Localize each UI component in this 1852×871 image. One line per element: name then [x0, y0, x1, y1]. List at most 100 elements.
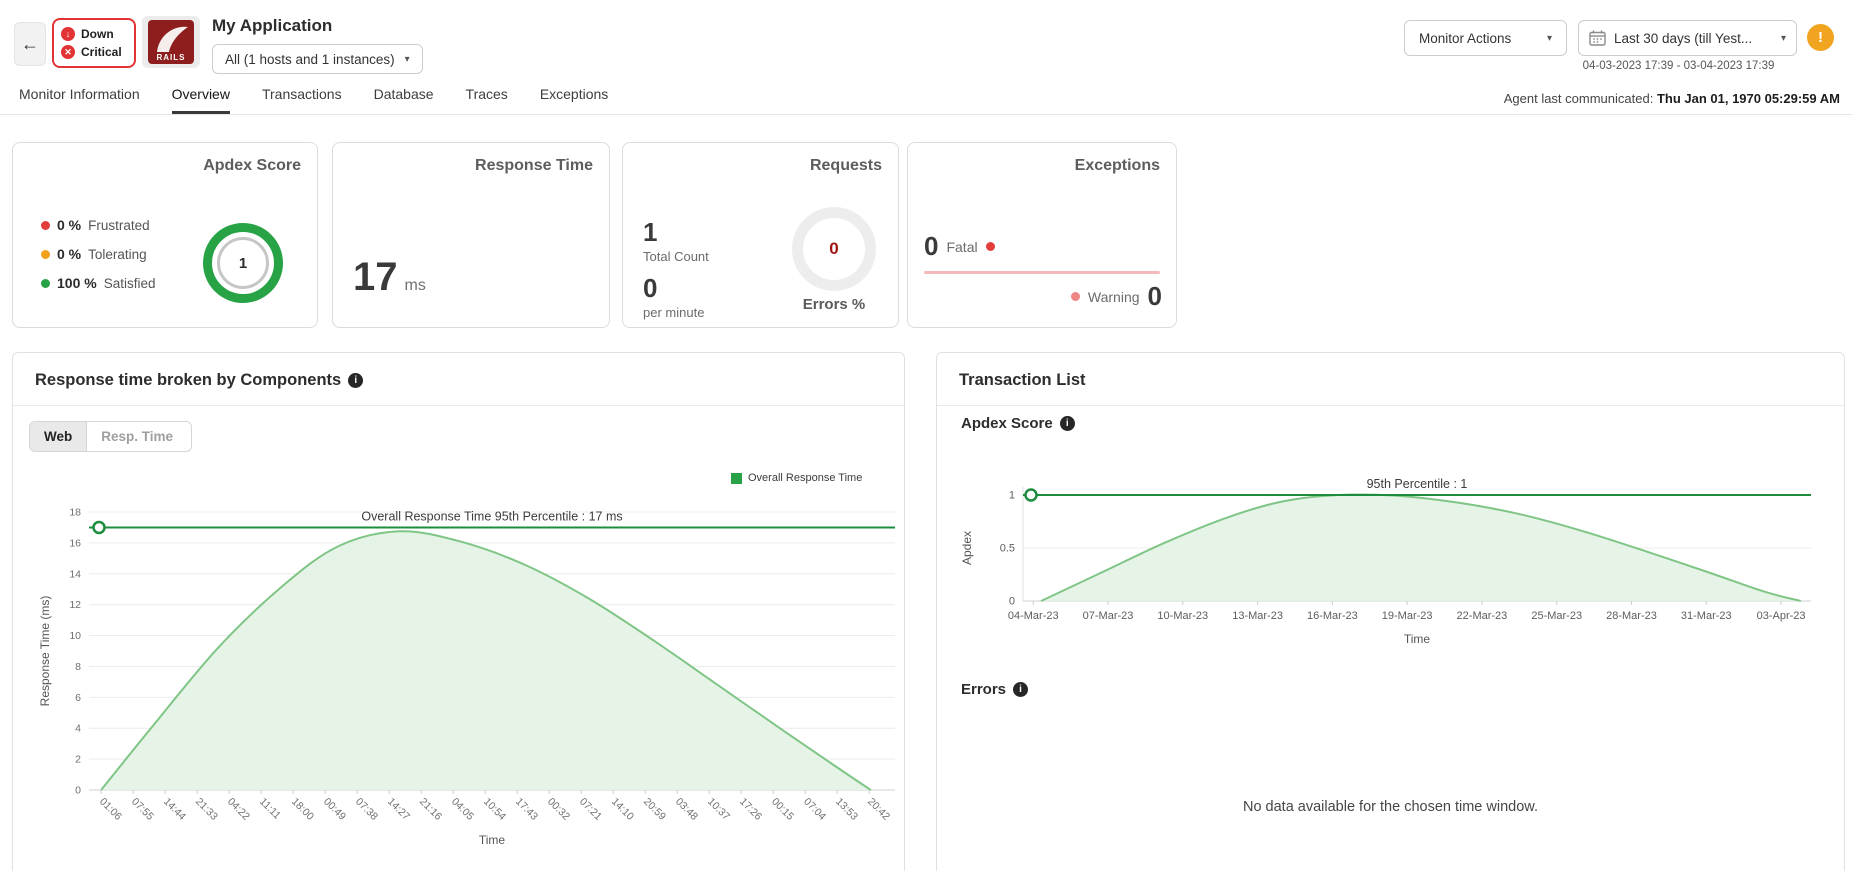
card-title: Response Time	[475, 157, 593, 174]
down-arrow-icon: ↓	[61, 27, 75, 41]
warning-label: Warning	[1087, 288, 1140, 305]
sub-heading-text: Errors	[961, 681, 1007, 698]
panel-title: Response time broken by Components i	[35, 371, 364, 390]
tab-database[interactable]: Database	[374, 86, 434, 114]
chart-type-toggle: Web Resp. Time	[29, 421, 193, 452]
scope-selector-label: All (1 hosts and 1 instances)	[225, 51, 395, 67]
svg-text:00:49: 00:49	[321, 796, 348, 823]
svg-text:8: 8	[75, 661, 81, 673]
svg-text:03:48: 03:48	[673, 796, 700, 823]
apdex-trend-chart: 0 0.5 1 04-Mar-23 07-Mar-23 10-Mar-23 13-Mar-2…	[960, 477, 1811, 646]
errors-donut-value: 0	[829, 239, 839, 258]
svg-text:19-Mar-23: 19-Mar-23	[1382, 610, 1433, 622]
svg-text:21:33: 21:33	[193, 796, 220, 823]
apdex-gauge: 1	[203, 223, 283, 303]
requests-card: Requests 1 Total Count 0 per minute 0 Er…	[622, 142, 899, 328]
chevron-down-icon: ▾	[404, 53, 410, 65]
legend-value: 0 %	[57, 246, 82, 262]
response-time-components-panel: Response time broken by Components i Web…	[12, 352, 905, 871]
svg-text:Overall Response Time 95th Per: Overall Response Time 95th Percentile : …	[361, 509, 622, 523]
svg-text:21:16: 21:16	[417, 796, 444, 823]
svg-text:07-Mar-23: 07-Mar-23	[1083, 610, 1134, 622]
svg-text:07:04: 07:04	[801, 796, 828, 823]
svg-text:28-Mar-23: 28-Mar-23	[1606, 610, 1657, 622]
date-range-label: Last 30 days (till Yest...	[1614, 30, 1753, 46]
agent-label: Agent last communicated:	[1503, 91, 1654, 106]
svg-text:17:43: 17:43	[513, 796, 540, 823]
svg-text:14:27: 14:27	[385, 796, 412, 823]
tab-traces[interactable]: Traces	[466, 86, 508, 114]
alert-badge[interactable]: !	[1807, 24, 1834, 51]
info-icon[interactable]: i	[348, 373, 364, 388]
toggle-web[interactable]: Web	[30, 422, 88, 451]
divider	[924, 271, 1160, 274]
page-title: My Application	[212, 16, 333, 35]
per-minute-label: per minute	[643, 305, 705, 320]
response-time-card: Response Time 17 ms	[332, 142, 610, 328]
divider	[937, 405, 1844, 406]
date-range-picker[interactable]: Last 30 days (till Yest... ▾	[1578, 20, 1797, 56]
svg-text:07:38: 07:38	[353, 796, 380, 823]
agent-last-communicated: Agent last communicated: Thu Jan 01, 197…	[1504, 91, 1840, 106]
tab-monitor-information[interactable]: Monitor Information	[19, 86, 140, 114]
info-icon[interactable]: i	[1059, 416, 1075, 431]
svg-text:2: 2	[75, 754, 81, 766]
scope-selector-dropdown[interactable]: All (1 hosts and 1 instances) ▾	[212, 44, 423, 74]
monitor-status-box[interactable]: ↓ Down ✕ Critical	[52, 18, 136, 68]
rails-logo: RAILS	[142, 16, 200, 68]
monitor-actions-dropdown[interactable]: Monitor Actions ▾	[1404, 20, 1567, 56]
svg-text:4: 4	[75, 723, 81, 735]
chevron-down-icon: ▾	[1780, 32, 1786, 44]
per-minute-value: 0	[643, 273, 658, 303]
svg-text:18: 18	[69, 507, 81, 519]
pink-dot-icon	[1070, 292, 1080, 301]
legend-label: Frustrated	[88, 217, 150, 233]
chevron-down-icon: ▾	[1546, 32, 1552, 44]
svg-text:07:21: 07:21	[577, 796, 604, 823]
apm-overview-page: ← ↓ Down ✕ Critical RAILS My Application…	[0, 0, 1852, 871]
agent-value: Thu Jan 01, 1970 05:29:59 AM	[1656, 91, 1840, 106]
total-count-label: Total Count	[643, 249, 709, 264]
svg-text:1: 1	[1009, 490, 1015, 502]
panel-title-text: Transaction List	[959, 371, 1086, 389]
red-dot-icon	[985, 242, 995, 251]
svg-text:10:37: 10:37	[705, 796, 732, 823]
status-badge-down[interactable]: ↓ Down	[61, 27, 127, 41]
tab-exceptions[interactable]: Exceptions	[540, 86, 608, 114]
back-button[interactable]: ←	[14, 22, 46, 66]
svg-text:04-Mar-23: 04-Mar-23	[1008, 610, 1059, 622]
svg-text:20:59: 20:59	[641, 796, 668, 823]
info-icon[interactable]: i	[1013, 682, 1029, 697]
svg-text:Time: Time	[1404, 632, 1431, 646]
svg-text:14:10: 14:10	[609, 796, 636, 823]
response-time-number: 17	[353, 255, 398, 299]
tab-transactions[interactable]: Transactions	[262, 86, 342, 114]
response-time-unit: ms	[404, 277, 426, 294]
orange-dot-icon	[41, 249, 50, 259]
response-time-chart: 0 2 4 6 8 10 12 14 16 18 01:06 07:55 14:44 21:33 04:22…	[38, 507, 895, 847]
apdex-score-heading: Apdex Score i	[961, 415, 1075, 432]
svg-text:12: 12	[69, 599, 81, 611]
calendar-icon	[1589, 30, 1606, 46]
cross-icon: ✕	[61, 45, 75, 59]
rails-logo-tile: RAILS	[148, 20, 194, 64]
svg-text:0.5: 0.5	[1000, 543, 1015, 555]
status-critical-label: Critical	[81, 45, 122, 59]
svg-text:14: 14	[69, 568, 81, 580]
legend-value: 100 %	[57, 275, 97, 291]
svg-text:20:42: 20:42	[865, 796, 892, 823]
legend-item-satisfied: 100 % Satisfied	[41, 275, 155, 291]
svg-text:07:55: 07:55	[129, 796, 156, 823]
svg-text:04:22: 04:22	[225, 796, 252, 823]
rails-logo-label: RAILS	[156, 53, 186, 62]
tab-overview[interactable]: Overview	[171, 86, 230, 114]
svg-text:95th Percentile : 1: 95th Percentile : 1	[1367, 477, 1468, 491]
fatal-value: 0	[924, 231, 939, 261]
errors-donut: 0	[792, 207, 876, 291]
toggle-resp-time[interactable]: Resp. Time	[87, 422, 191, 451]
svg-text:00:15: 00:15	[769, 796, 796, 823]
apdex-legend: 0 % Frustrated 0 % Tolerating 100 % Sati…	[41, 217, 155, 291]
svg-text:10: 10	[69, 630, 81, 642]
status-badge-critical[interactable]: ✕ Critical	[61, 45, 127, 59]
svg-text:13:53: 13:53	[833, 796, 860, 823]
